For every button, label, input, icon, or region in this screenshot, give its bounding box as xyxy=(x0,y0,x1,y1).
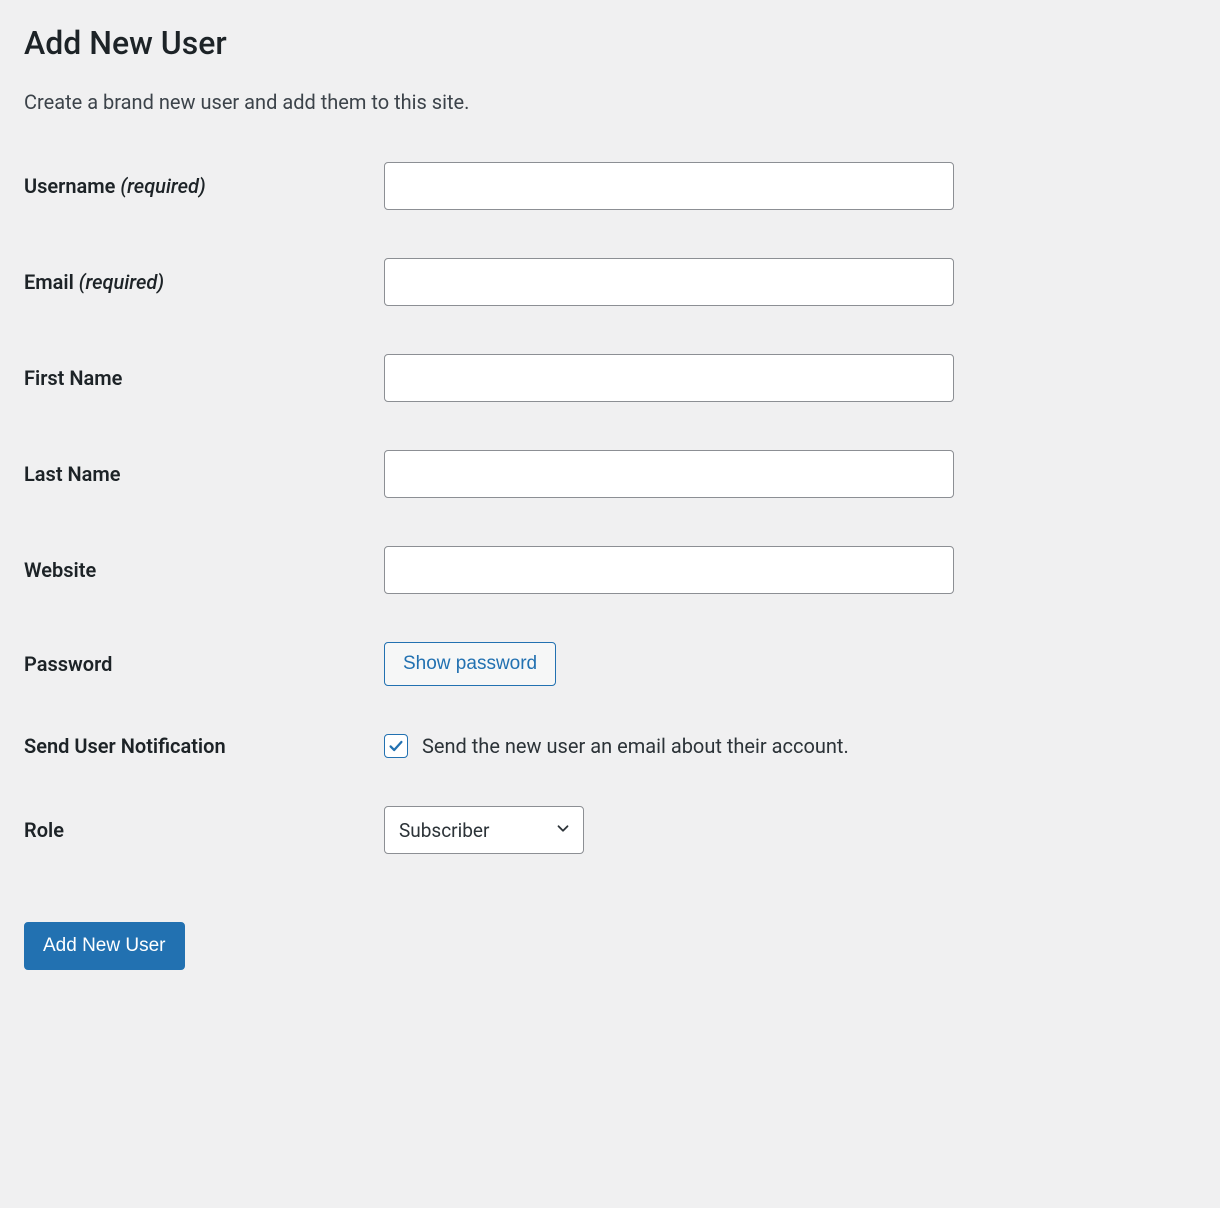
username-row: Username (required) xyxy=(24,162,1196,210)
role-label: Role xyxy=(24,818,384,842)
last-name-label: Last Name xyxy=(24,462,384,486)
email-required-label: (required) xyxy=(79,270,164,294)
page-title: Add New User xyxy=(24,24,1196,62)
website-input[interactable] xyxy=(384,546,954,594)
add-new-user-button[interactable]: Add New User xyxy=(24,922,185,970)
show-password-button[interactable]: Show password xyxy=(384,642,556,686)
username-label-text: Username xyxy=(24,174,115,198)
password-row: Password Show password xyxy=(24,642,1196,686)
password-label: Password xyxy=(24,652,384,676)
notification-checkbox-label: Send the new user an email about their a… xyxy=(422,734,849,758)
email-label-text: Email xyxy=(24,270,74,294)
notification-checkbox-wrap: Send the new user an email about their a… xyxy=(384,734,1196,758)
first-name-label: First Name xyxy=(24,366,384,390)
last-name-row: Last Name xyxy=(24,450,1196,498)
website-label: Website xyxy=(24,558,384,582)
email-input[interactable] xyxy=(384,258,954,306)
page-description: Create a brand new user and add them to … xyxy=(24,90,1196,114)
check-icon xyxy=(387,737,405,755)
add-user-form: Username (required) Email (required) Fir… xyxy=(24,162,1196,854)
first-name-row: First Name xyxy=(24,354,1196,402)
notification-row: Send User Notification Send the new user… xyxy=(24,734,1196,758)
notification-checkbox[interactable] xyxy=(384,734,408,758)
email-label: Email (required) xyxy=(24,270,384,294)
first-name-input[interactable] xyxy=(384,354,954,402)
website-row: Website xyxy=(24,546,1196,594)
role-row: Role Subscriber xyxy=(24,806,1196,854)
notification-label: Send User Notification xyxy=(24,734,384,758)
username-required-label: (required) xyxy=(120,174,205,198)
email-row: Email (required) xyxy=(24,258,1196,306)
role-select-wrap: Subscriber xyxy=(384,806,584,854)
role-select[interactable]: Subscriber xyxy=(384,806,584,854)
username-label: Username (required) xyxy=(24,174,384,198)
last-name-input[interactable] xyxy=(384,450,954,498)
username-input[interactable] xyxy=(384,162,954,210)
